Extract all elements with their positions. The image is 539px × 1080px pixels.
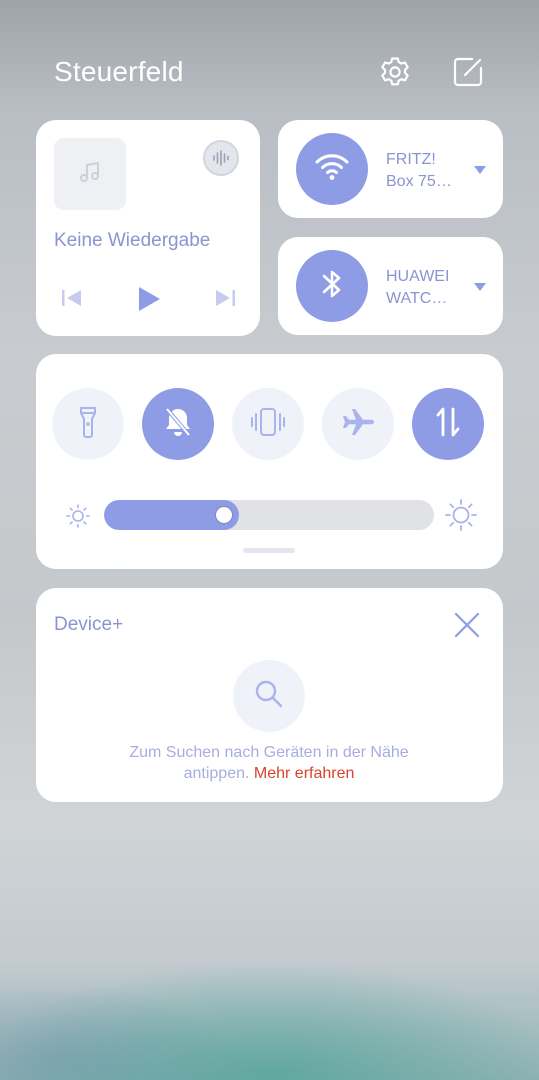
bluetooth-device-line2: WATC… xyxy=(386,290,448,307)
wifi-toggle[interactable] xyxy=(296,133,368,205)
brightness-slider[interactable] xyxy=(104,500,434,530)
airplane-toggle[interactable] xyxy=(322,388,394,460)
mobile-data-toggle[interactable] xyxy=(412,388,484,460)
next-icon[interactable] xyxy=(211,284,239,312)
wifi-card[interactable]: FRITZ! Box 75… xyxy=(278,120,503,218)
vibrate-icon xyxy=(250,406,286,443)
silent-toggle[interactable] xyxy=(142,388,214,460)
airplane-icon xyxy=(341,407,375,442)
quick-toggles-card xyxy=(36,354,503,569)
play-icon[interactable] xyxy=(134,284,164,314)
brightness-high-icon xyxy=(444,498,478,532)
device-plus-hint-line1: Zum Suchen nach Geräten in der Nähe xyxy=(129,744,409,761)
audio-waveform-icon[interactable] xyxy=(203,140,239,176)
search-icon xyxy=(252,677,286,716)
bluetooth-device-name: HUAWEI WATC… xyxy=(386,266,449,310)
now-playing-status: Keine Wiedergabe xyxy=(54,230,211,251)
previous-icon[interactable] xyxy=(58,284,86,312)
flashlight-icon xyxy=(77,405,99,444)
wifi-icon xyxy=(314,152,350,187)
close-icon[interactable] xyxy=(450,608,484,642)
bell-off-icon xyxy=(162,405,194,444)
wifi-network-line2: Box 75… xyxy=(386,173,452,190)
bluetooth-dropdown-icon[interactable] xyxy=(474,283,486,291)
wifi-dropdown-icon[interactable] xyxy=(474,166,486,174)
bluetooth-card[interactable]: HUAWEI WATC… xyxy=(278,237,503,335)
brightness-slider-thumb[interactable] xyxy=(215,506,233,524)
expand-handle[interactable] xyxy=(243,548,295,553)
flashlight-toggle[interactable] xyxy=(52,388,124,460)
device-plus-card: Device+ Zum Suchen nach Geräten in der N… xyxy=(36,588,503,802)
bluetooth-toggle[interactable] xyxy=(296,250,368,322)
gear-icon[interactable] xyxy=(377,54,413,90)
wifi-network-line1: FRITZ! xyxy=(386,151,436,168)
mobile-data-icon xyxy=(435,405,461,444)
album-art xyxy=(54,138,126,210)
wifi-network-name: FRITZ! Box 75… xyxy=(386,149,452,193)
edit-icon[interactable] xyxy=(450,54,486,90)
brightness-low-icon xyxy=(64,502,92,530)
media-card[interactable]: Keine Wiedergabe xyxy=(36,120,260,336)
device-search-button[interactable] xyxy=(233,660,305,732)
music-note-icon xyxy=(77,159,103,190)
page-title: Steuerfeld xyxy=(54,56,184,87)
device-plus-hint-line2: antippen. Mehr erfahren xyxy=(36,763,502,784)
device-plus-title: Device+ xyxy=(54,614,124,635)
bluetooth-device-line1: HUAWEI xyxy=(386,268,450,285)
device-plus-hint-text2: antippen. xyxy=(183,765,250,782)
vibration-toggle[interactable] xyxy=(232,388,304,460)
bluetooth-icon xyxy=(319,266,345,307)
learn-more-link[interactable]: Mehr erfahren xyxy=(254,765,355,782)
device-plus-hint: Zum Suchen nach Geräten in der Nähe anti… xyxy=(36,742,502,784)
